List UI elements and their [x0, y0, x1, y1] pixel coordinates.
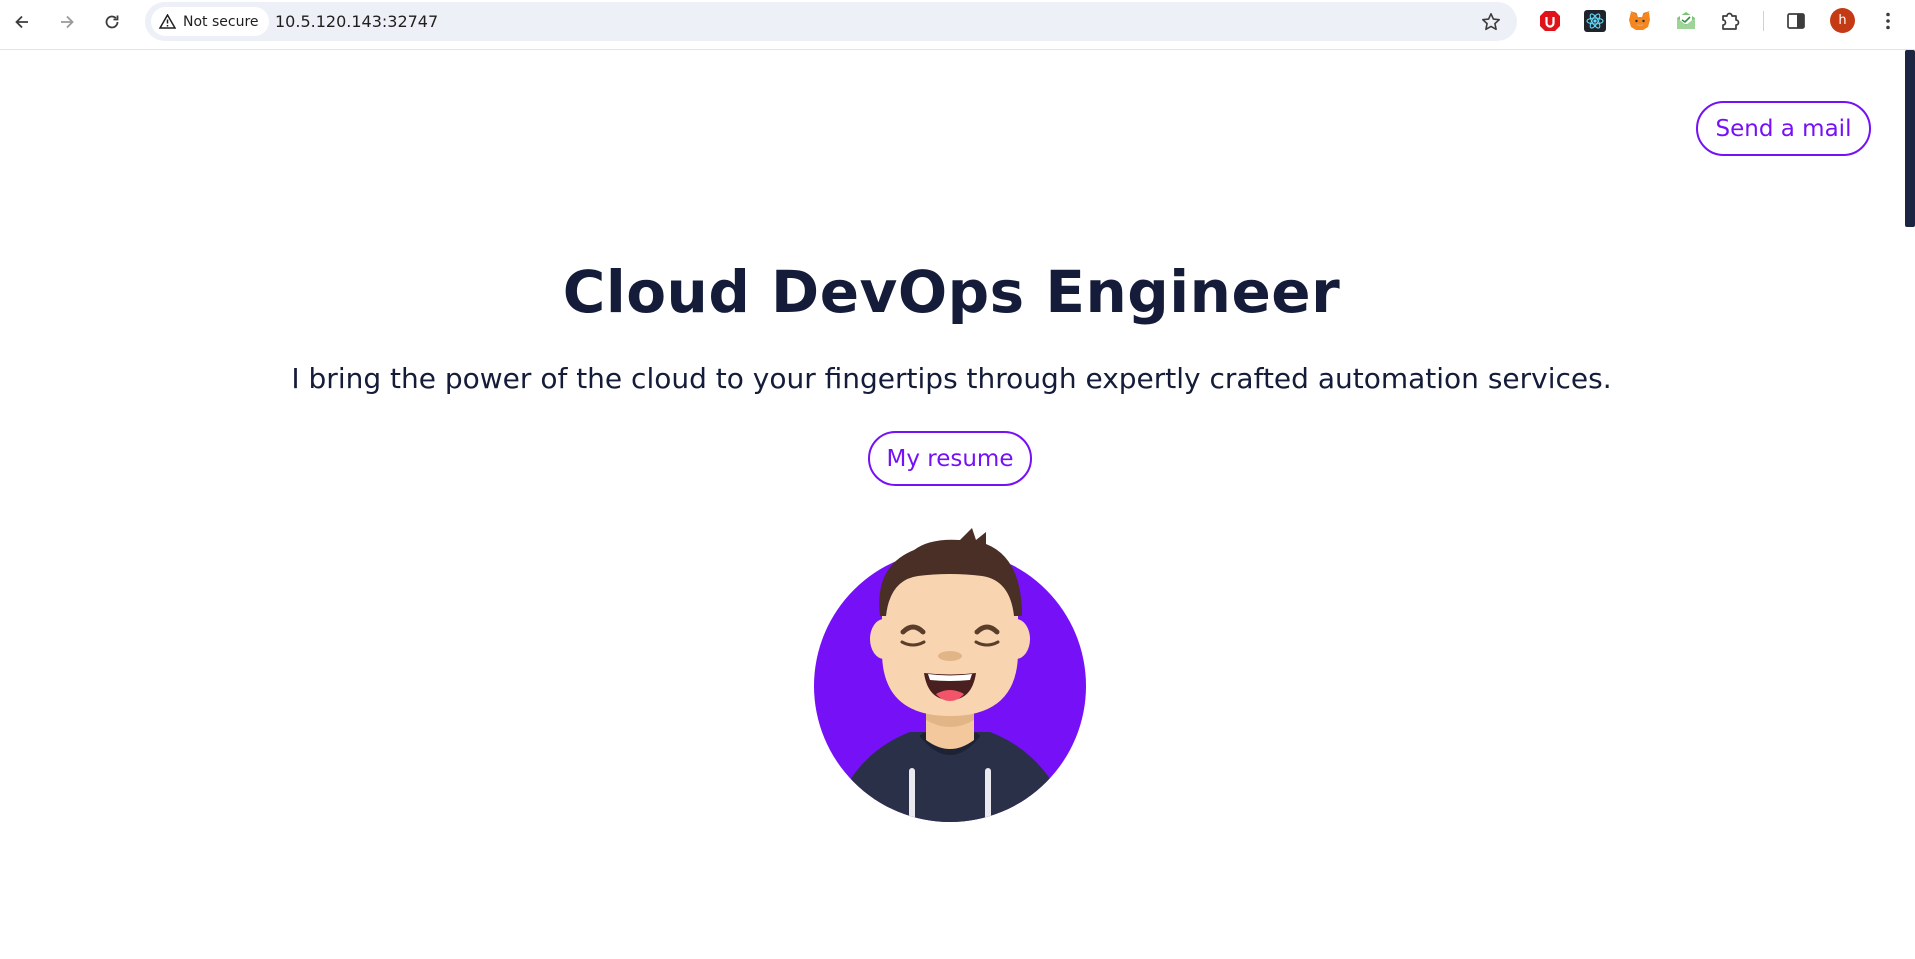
avatar-illustration — [810, 520, 1090, 825]
metamask-icon — [1629, 11, 1650, 30]
hero-subtitle: I bring the power of the cloud to your f… — [291, 362, 1612, 395]
scrollbar-thumb[interactable] — [1905, 50, 1915, 227]
forward-button[interactable] — [51, 6, 83, 38]
resume-button[interactable]: My resume — [868, 431, 1032, 486]
side-panel-button[interactable] — [1783, 8, 1809, 34]
metamask-extension[interactable] — [1627, 8, 1653, 34]
warning-icon — [159, 14, 176, 29]
browser-toolbar: Not secure 10.5.120.143:32747 h — [0, 0, 1915, 50]
extensions-menu-button[interactable] — [1717, 8, 1743, 34]
react-devtools-icon — [1584, 10, 1606, 32]
mail-extension-icon — [1677, 12, 1695, 29]
ublock-extension[interactable] — [1537, 8, 1563, 34]
reload-button[interactable] — [96, 6, 128, 38]
address-bar[interactable]: Not secure 10.5.120.143:32747 — [145, 2, 1517, 41]
toolbar-divider — [1763, 11, 1764, 31]
react-devtools-extension[interactable] — [1582, 8, 1608, 34]
security-label: Not secure — [183, 13, 259, 30]
browser-menu-button[interactable] — [1875, 8, 1901, 34]
star-icon — [1482, 13, 1500, 31]
url-text[interactable]: 10.5.120.143:32747 — [275, 2, 438, 41]
reload-icon — [105, 15, 119, 29]
side-panel-icon — [1787, 13, 1805, 29]
ublock-icon — [1540, 11, 1560, 31]
bookmark-star-button[interactable] — [1475, 6, 1507, 38]
send-mail-button[interactable]: Send a mail — [1696, 101, 1871, 156]
mail-extension[interactable] — [1673, 8, 1699, 34]
profile-avatar-button[interactable]: h — [1830, 8, 1855, 33]
back-button[interactable] — [6, 6, 38, 38]
extensions-puzzle-icon — [1722, 12, 1740, 30]
avatar-image — [814, 528, 1086, 822]
arrow-left-icon — [15, 15, 28, 29]
security-chip[interactable]: Not secure — [151, 7, 269, 36]
arrow-right-icon — [61, 15, 74, 29]
page-title: Cloud DevOps Engineer — [562, 258, 1341, 326]
kebab-menu-icon — [1886, 12, 1890, 30]
